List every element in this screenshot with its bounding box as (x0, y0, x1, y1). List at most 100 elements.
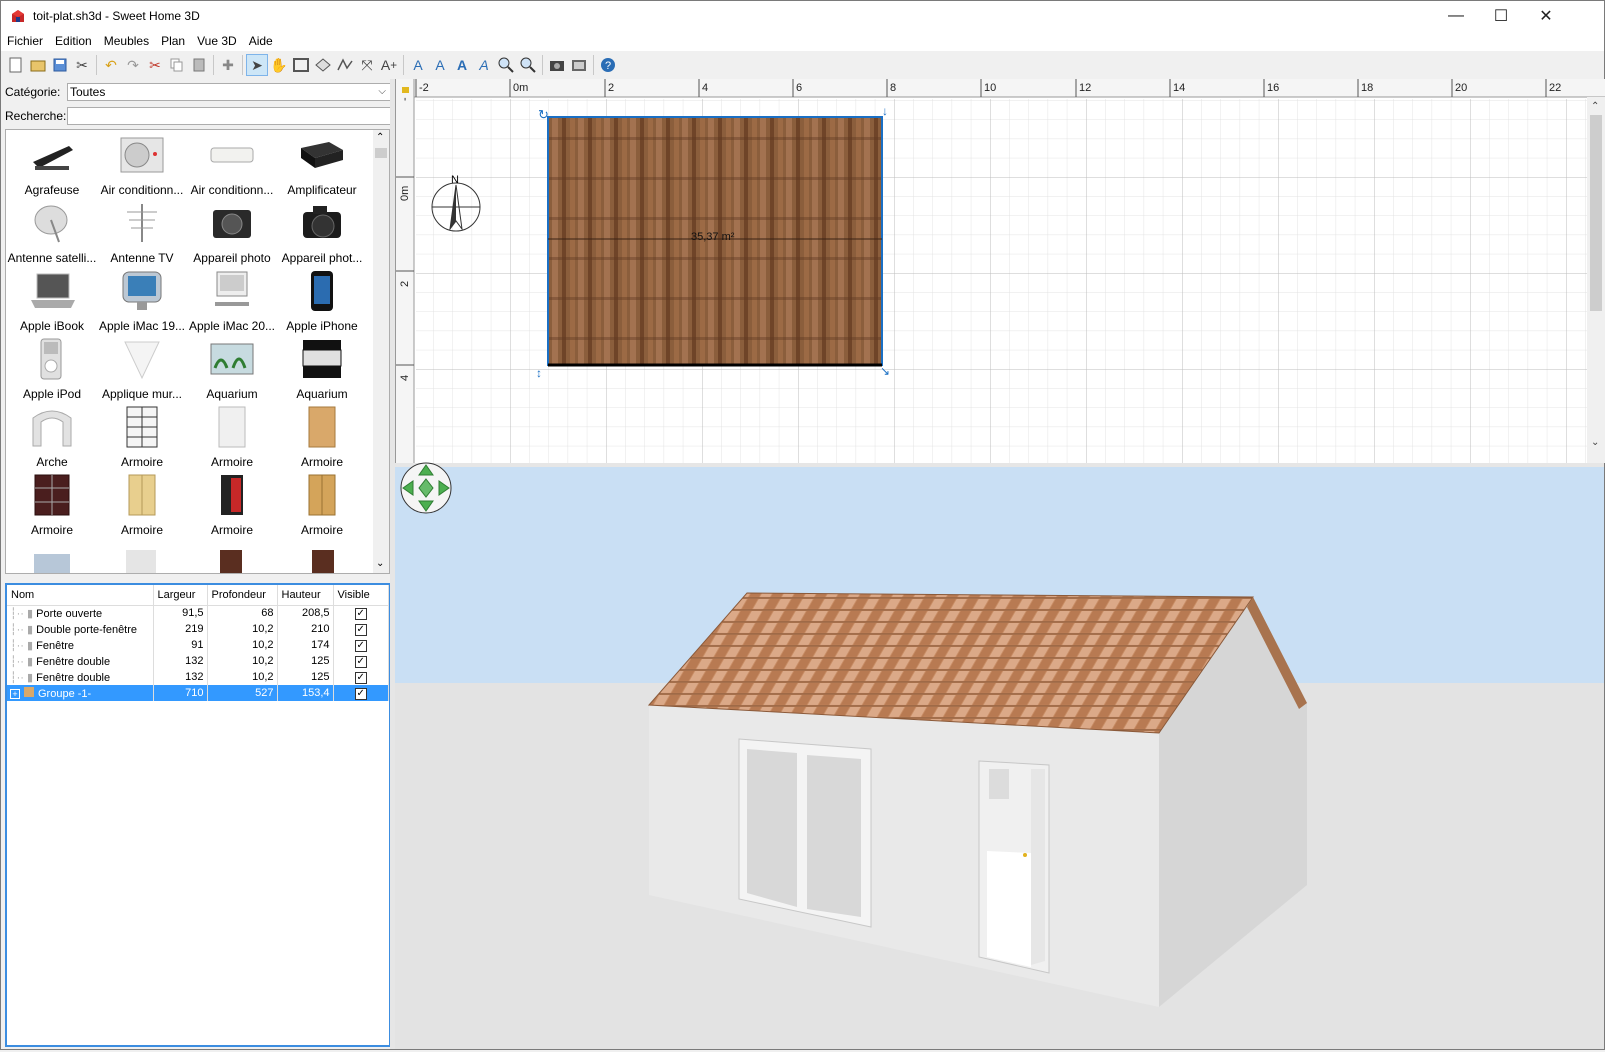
resize-handle-icon[interactable]: ↘ (880, 364, 890, 378)
catalog-item[interactable]: Agrafeuse (6, 130, 98, 200)
new-icon[interactable] (5, 54, 27, 76)
column-header-depth[interactable]: Profondeur (207, 585, 278, 606)
table-row[interactable]: ┆·· ▮ Fenêtre double 132 10,2 125 ✓ (7, 669, 389, 685)
select-mode-icon[interactable]: ➤ (246, 54, 268, 76)
visible-checkbox[interactable]: ✓ (354, 687, 367, 700)
create-video-icon[interactable] (568, 54, 590, 76)
create-rooms-icon[interactable] (312, 54, 334, 76)
undo-icon[interactable]: ↶ (100, 54, 122, 76)
wardrobe-dark-icon (34, 474, 70, 516)
search-input[interactable] (67, 107, 391, 125)
create-dimensions-icon[interactable]: ⤧ (356, 54, 378, 76)
save-icon[interactable] (49, 54, 71, 76)
catalog-item[interactable]: Apple iPod (6, 334, 98, 404)
minimize-button[interactable]: — (1433, 1, 1479, 31)
catalog-item[interactable]: Air conditionn... (96, 130, 188, 200)
add-furniture-icon[interactable]: ✚ (217, 54, 239, 76)
catalog-item[interactable]: Armoire (96, 402, 188, 472)
paste-icon[interactable] (188, 54, 210, 76)
pan-mode-icon[interactable]: ✋ (268, 54, 290, 76)
redo-icon[interactable]: ↷ (122, 54, 144, 76)
visible-checkbox[interactable]: ✓ (354, 607, 367, 620)
height-handle-icon[interactable]: ↕ (536, 366, 542, 380)
catalog-item[interactable]: Arche (6, 402, 98, 472)
preferences-icon[interactable]: ✂ (71, 54, 93, 76)
table-row[interactable]: ┆·· ▮ Fenêtre 91 10,2 174 ✓ (7, 637, 389, 653)
plan-view[interactable]: -2 0m 2 4 6 8 10 12 14 16 18 20 22 - 0m … (395, 79, 1605, 463)
3d-view[interactable] (395, 462, 1604, 1049)
italic-text-icon[interactable]: A (473, 54, 495, 76)
catalog-item[interactable]: Armoire (186, 470, 278, 540)
catalog-item[interactable]: Air conditionn... (186, 130, 278, 200)
visible-checkbox[interactable]: ✓ (354, 639, 367, 652)
visible-checkbox[interactable]: ✓ (354, 671, 367, 684)
catalog-item[interactable]: Antenne satelli... (6, 198, 98, 268)
catalog-item[interactable]: Apple iMac 20... (186, 266, 278, 336)
menu-meubles[interactable]: Meubles (98, 31, 155, 51)
visible-checkbox[interactable]: ✓ (354, 655, 367, 668)
category-combo[interactable]: Toutes ⌵ (67, 83, 391, 101)
table-row-selected[interactable]: + Groupe -1- 710 527 153,4 ✓ (7, 685, 389, 701)
scroll-thumb[interactable] (375, 148, 387, 158)
bold-text-icon[interactable]: A (451, 54, 473, 76)
catalog-item[interactable]: Aquarium (186, 334, 278, 404)
compass-label: N (451, 174, 459, 186)
zoom-out-icon[interactable] (517, 54, 539, 76)
create-photo-icon[interactable] (546, 54, 568, 76)
catalog-item[interactable]: Armoire (276, 402, 368, 472)
catalog-item[interactable]: Armoire (96, 470, 188, 540)
maximize-button[interactable]: ☐ (1478, 1, 1524, 31)
create-polylines-icon[interactable] (334, 54, 356, 76)
plan-canvas[interactable]: -2 0m 2 4 6 8 10 12 14 16 18 20 22 - 0m … (396, 79, 1605, 463)
create-walls-icon[interactable] (290, 54, 312, 76)
rotate-handle-icon[interactable]: ↻ (538, 107, 549, 122)
expand-icon[interactable]: + (10, 688, 20, 699)
navigation-arrows[interactable] (399, 461, 453, 515)
visible-checkbox[interactable]: ✓ (354, 623, 367, 636)
scroll-down-icon[interactable]: ⌄ (1591, 437, 1599, 448)
catalog-item[interactable]: Antenne TV (96, 198, 188, 268)
table-row[interactable]: ┆·· ▮ Porte ouverte 91,5 68 208,5 ✓ (7, 605, 389, 621)
elevation-handle-icon[interactable]: ↓ (882, 104, 888, 118)
catalog-item[interactable]: Aquarium (276, 334, 368, 404)
column-header-width[interactable]: Largeur (153, 585, 208, 606)
open-icon[interactable] (27, 54, 49, 76)
menu-vue-3d[interactable]: Vue 3D (191, 31, 243, 51)
menu-plan[interactable]: Plan (155, 31, 191, 51)
column-header-visible[interactable]: Visible (333, 585, 389, 606)
catalog-item[interactable]: Appareil photo (186, 198, 278, 268)
catalog-item[interactable]: Armoire (6, 470, 98, 540)
3d-canvas[interactable] (395, 467, 1604, 1049)
column-header-height[interactable]: Hauteur (277, 585, 334, 606)
menu-fichier[interactable]: Fichier (1, 31, 49, 51)
scroll-down-icon[interactable]: ⌄ (376, 558, 384, 569)
scroll-up-icon[interactable]: ⌃ (376, 132, 384, 143)
catalog-scrollbar[interactable]: ⌃ ⌄ (373, 130, 389, 573)
catalog-item[interactable]: Armoire (186, 402, 278, 472)
catalog-item[interactable]: Apple iBook (6, 266, 98, 336)
create-labels-icon[interactable]: A + (378, 54, 400, 76)
column-header-name[interactable]: Nom (7, 585, 154, 606)
menu-aide[interactable]: Aide (243, 31, 279, 51)
table-row[interactable]: ┆·· ▮ Fenêtre double 132 10,2 125 ✓ (7, 653, 389, 669)
help-icon[interactable]: ? (597, 54, 619, 76)
plan-scroll-thumb[interactable] (1590, 115, 1602, 311)
table-row[interactable]: ┆·· ▮ Double porte-fenêtre 219 10,2 210 … (7, 621, 389, 637)
catalog-item[interactable]: Appareil phot... (276, 198, 368, 268)
menu-edition[interactable]: Edition (49, 31, 98, 51)
zoom-in-icon[interactable] (495, 54, 517, 76)
copy-icon[interactable] (166, 54, 188, 76)
decrease-text-size-icon[interactable]: A (429, 54, 451, 76)
catalog-item[interactable]: Amplificateur (276, 130, 368, 200)
catalog-item[interactable]: Armoire (276, 470, 368, 540)
increase-text-size-icon[interactable]: A (407, 54, 429, 76)
row-name: Groupe -1- (38, 687, 92, 700)
scroll-up-icon[interactable]: ⌃ (1591, 101, 1599, 112)
ruler-x-label: 10 (984, 82, 996, 94)
catalog-item[interactable]: Applique mur... (96, 334, 188, 404)
catalog-item[interactable]: Apple iMac 19... (96, 266, 188, 336)
catalog-item[interactable]: Apple iPhone (276, 266, 368, 336)
close-button[interactable]: ✕ (1523, 1, 1569, 31)
cut-icon[interactable]: ✂ (144, 54, 166, 76)
room-roof[interactable]: 35,37 m² (547, 116, 883, 367)
